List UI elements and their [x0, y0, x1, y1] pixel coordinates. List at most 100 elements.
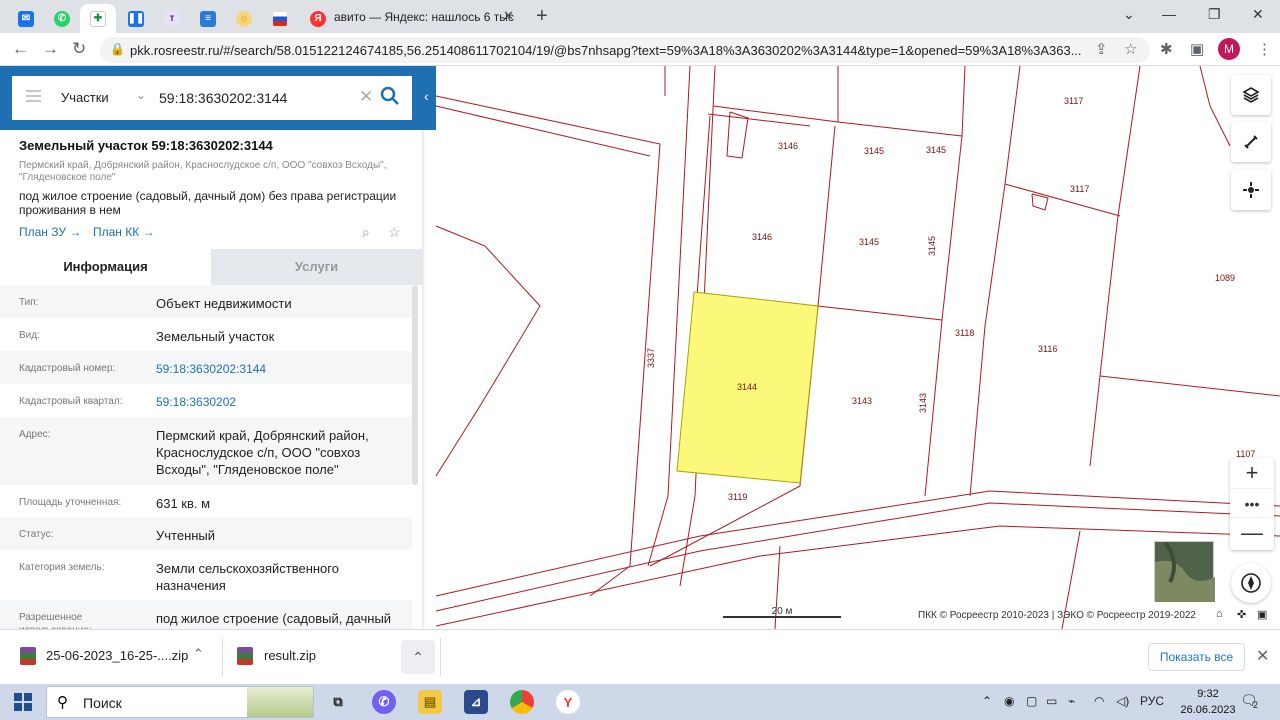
yandex-browser-icon[interactable]: Y [556, 690, 580, 714]
zoom-more-button[interactable]: ••• [1230, 488, 1274, 518]
chevron-up-icon[interactable]: ⌃ [193, 646, 204, 662]
tray-display-icon[interactable]: ▭ [1046, 694, 1057, 708]
row-value: Учтенный [156, 528, 216, 543]
chevron-down-icon[interactable]: ⌄ [136, 88, 146, 102]
taskbar-clock[interactable]: 9:32 26.06.2023 [1178, 686, 1238, 718]
tab-search-chevron-icon[interactable]: ⌄ [1123, 6, 1135, 23]
tray-power-icon[interactable]: ⌁ [1068, 694, 1075, 708]
row-value: Земли сельскохозяйственного назначения [156, 561, 339, 593]
download-options-button[interactable]: ⌃ [401, 640, 435, 674]
minimize-button[interactable]: — [1162, 6, 1176, 22]
flag-icon [272, 10, 288, 27]
search-type-select[interactable]: Участки [61, 90, 109, 105]
parcel-address: Пермский край, Добрянский район, Краснос… [19, 160, 387, 183]
extensions-icon[interactable]: ✱ [1160, 40, 1173, 58]
download-item-2[interactable]: result.zip [264, 648, 316, 663]
scale-bar: 20 м [723, 606, 841, 618]
tab-sheets[interactable]: ≡ [190, 4, 226, 33]
tab-information[interactable]: Информация [0, 249, 211, 285]
zoom-control: + ••• — [1230, 458, 1274, 550]
address-bar[interactable]: 🔒 pkk.rosreestr.ru/#/search/58.015122124… [100, 37, 1150, 63]
taskbar-search-text: Поиск [83, 695, 122, 711]
taskbar-search-box[interactable]: ⚲ Поиск [46, 686, 314, 718]
tab-sun[interactable]: ☼ [226, 4, 262, 33]
profile-avatar[interactable]: M [1218, 38, 1240, 60]
zoom-in-button[interactable]: + [1230, 458, 1274, 488]
zoom-out-button[interactable]: — [1230, 518, 1274, 548]
parcel-info-panel: Земельный участок 59:18:3630202:3144 Пер… [0, 66, 422, 629]
sheets-icon: ≡ [200, 10, 216, 27]
mail-icon: ✉ [18, 10, 34, 27]
share-icon[interactable]: ⇪ [1095, 40, 1108, 58]
url-text[interactable]: pkk.rosreestr.ru/#/search/58.01512212467… [130, 43, 1100, 58]
search-icon[interactable] [378, 84, 402, 108]
parcel-title: Земельный участок 59:18:3630202:3144 [19, 138, 273, 153]
home-icon[interactable]: ⌂ [1216, 608, 1223, 620]
file-explorer-icon[interactable]: ▤ [418, 690, 442, 714]
ruler-icon [1244, 135, 1258, 149]
download-item-1[interactable]: 25-06-2023_16-25-....zip [46, 648, 188, 663]
map-label: 3145 [927, 235, 937, 256]
tab-t-app[interactable]: т [154, 4, 190, 33]
archive-icon [237, 647, 253, 665]
divider [222, 638, 223, 676]
zoom-to-parcel-icon[interactable]: ⌕ [362, 224, 370, 241]
tab-mail[interactable]: ✉ [8, 4, 44, 33]
wifi-icon[interactable]: ◠ [1094, 694, 1104, 708]
tab-whatsapp[interactable]: ✆ [44, 4, 80, 33]
tab-flag[interactable] [262, 4, 298, 33]
clear-search-icon[interactable]: ✕ [359, 87, 373, 107]
cadastral-number-link[interactable]: 59:18:3630202:3144 [156, 361, 406, 378]
tray-app-icon[interactable]: ◉ [1004, 694, 1014, 708]
layers-button[interactable] [1231, 75, 1271, 115]
compass-button[interactable] [1231, 563, 1271, 603]
measure-button[interactable] [1231, 122, 1271, 162]
row-key: Разрешенное использование: [19, 612, 92, 629]
search-icon: ⚲ [57, 694, 68, 711]
menu-kebab-icon[interactable]: ⋮ [1257, 40, 1272, 58]
task-view-icon[interactable]: ⧉ [326, 690, 350, 714]
tab-close-icon[interactable]: ✕ [503, 8, 514, 24]
store-icon[interactable]: ⊿ [464, 690, 488, 714]
row-key: Кадастровый квартал: [19, 396, 123, 407]
windows-start-icon[interactable] [14, 693, 32, 711]
locate-button[interactable] [1231, 170, 1271, 210]
tray-expand-icon[interactable]: ⌃ [982, 694, 992, 708]
map-label: 3117 [1064, 96, 1084, 106]
menu-hamburger-icon[interactable] [26, 90, 41, 102]
row-value: 631 кв. м [156, 496, 211, 511]
bookmark-star-icon[interactable]: ☆ [1124, 40, 1137, 58]
panel-scrollbar[interactable] [412, 285, 418, 485]
map-label: 3143 [918, 392, 928, 413]
favorite-star-icon[interactable]: ☆ [388, 224, 401, 241]
row-value: Земельный участок [156, 329, 275, 344]
close-download-bar-icon[interactable]: ✕ [1256, 646, 1269, 666]
collapse-panel-icon[interactable]: ‹ [424, 88, 429, 104]
satellite-minimap[interactable] [1154, 540, 1215, 602]
map-label: 3118 [955, 328, 975, 338]
plan-zu-link[interactable]: План ЗУ → [19, 225, 81, 239]
show-all-downloads-button[interactable]: Показать все [1148, 643, 1245, 671]
plan-kk-link[interactable]: План КК → [93, 225, 155, 239]
cadastral-quarter-link[interactable]: 59:18:3630202 [156, 394, 406, 411]
tab-pause[interactable]: ❚❚ [118, 4, 154, 33]
search-input[interactable]: 59:18:3630202:3144 [159, 90, 287, 106]
side-panel-icon[interactable]: ▣ [1190, 40, 1204, 58]
language-indicator[interactable]: РУС [1140, 694, 1164, 708]
info-row: Площадь уточненная: 631 кв. м [0, 485, 412, 517]
tab-docs[interactable]: ✚ [80, 4, 116, 33]
volume-icon[interactable]: ◁) [1116, 694, 1129, 708]
back-button[interactable]: ← [12, 39, 29, 59]
viber-icon[interactable]: ✆ [372, 690, 396, 714]
reload-button[interactable]: ↻ [72, 39, 86, 59]
new-tab-button[interactable]: + [536, 5, 548, 28]
close-window-button[interactable]: ✕ [1252, 6, 1264, 23]
forward-button[interactable]: → [42, 39, 59, 59]
tray-meet-icon[interactable]: ▢ [1026, 694, 1037, 708]
image-icon[interactable]: ▣ [1257, 608, 1267, 621]
tab-services[interactable]: Услуги [211, 249, 422, 285]
crosshair-small-icon[interactable]: ✜ [1237, 608, 1246, 621]
restore-button[interactable]: ❐ [1208, 6, 1221, 23]
map-label: 3145 [926, 145, 947, 155]
chrome-icon[interactable] [510, 690, 534, 714]
